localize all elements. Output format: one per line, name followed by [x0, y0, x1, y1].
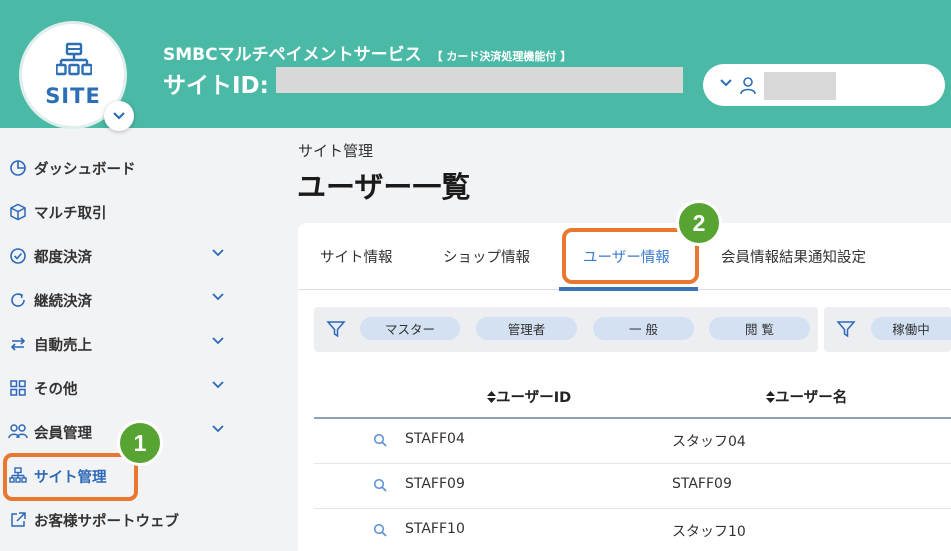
site-switch-button[interactable] — [104, 101, 134, 131]
user-id-cell: STAFF09 — [405, 476, 465, 492]
user-name-cell: スタッフ04 — [672, 434, 746, 450]
user-name-cell: STAFF09 — [672, 476, 732, 492]
pie-chart-icon — [8, 158, 28, 178]
check-circle-icon — [8, 246, 28, 266]
users-icon — [8, 422, 28, 442]
table-row[interactable]: STAFF04 スタッフ04 — [314, 419, 951, 464]
sidebar-item-customer-support[interactable]: お客様サポートウェブ — [8, 500, 238, 540]
active-tab-indicator — [559, 287, 698, 291]
status-filter-group: 稼働中 — [824, 307, 951, 352]
search-icon[interactable] — [373, 433, 387, 447]
user-id-cell: STAFF10 — [405, 521, 465, 537]
refresh-icon — [8, 290, 28, 310]
external-link-icon — [8, 510, 28, 530]
column-header-label: ユーザー名 — [775, 390, 848, 406]
filter-chip-active[interactable]: 稼働中 — [871, 317, 951, 340]
sidebar-item-label: その他 — [34, 381, 78, 398]
chevron-down-icon — [212, 425, 224, 433]
swap-icon — [8, 334, 28, 354]
table-row[interactable]: STAFF10 スタッフ10 — [314, 509, 951, 551]
sidebar-item-label: ダッシュボード — [34, 161, 136, 178]
sidebar-item-label: お客様サポートウェブ — [34, 513, 179, 530]
sidebar-item-recurring-payment[interactable]: 継続決済 — [8, 280, 238, 320]
sitemap-logo-icon — [56, 42, 92, 76]
sidebar-item-multi-transaction[interactable]: マルチ取引 — [8, 192, 238, 232]
search-icon[interactable] — [373, 478, 387, 492]
sidebar-item-label: 都度決済 — [34, 249, 92, 266]
chevron-down-icon — [212, 381, 224, 389]
highlight-site-management — [3, 453, 138, 501]
site-id-redacted — [276, 67, 683, 93]
step-badge-2: 2 — [676, 200, 722, 246]
role-filter-group: マスター 管理者 一 般 閲 覧 — [314, 307, 818, 352]
user-menu-button[interactable] — [703, 64, 945, 106]
table-row[interactable]: STAFF09 STAFF09 — [314, 464, 951, 509]
filter-chip-admin[interactable]: 管理者 — [476, 317, 577, 340]
user-name-cell: スタッフ10 — [672, 524, 746, 540]
filter-icon — [326, 321, 346, 338]
sidebar-item-label: 自動売上 — [34, 337, 92, 354]
chevron-down-icon — [212, 293, 224, 301]
step-badge-1: 1 — [117, 420, 163, 466]
app-header: SITE SMBCマルチペイメントサービス【 カード決済処理機能付 】 サイトI… — [0, 0, 951, 131]
sidebar: ダッシュボード マルチ取引 都度決済 継続決済 自動売上 その他 会員管理 サイ… — [0, 128, 248, 551]
column-header-user-id[interactable]: ユーザーID — [487, 386, 571, 407]
tab-bar: サイト情報 ショップ情報 ユーザー情報 会員情報結果通知設定 — [298, 223, 951, 291]
chevron-down-icon — [212, 337, 224, 345]
chevron-down-icon — [113, 112, 125, 120]
tab-shop-info[interactable]: ショップ情報 — [443, 246, 530, 267]
user-name-redacted — [764, 72, 836, 100]
sidebar-item-other[interactable]: その他 — [8, 368, 238, 408]
chevron-down-icon — [212, 249, 224, 257]
sidebar-item-label: 会員管理 — [34, 425, 92, 442]
sidebar-item-label: 継続決済 — [34, 293, 92, 310]
sort-icon — [487, 391, 496, 403]
sort-icon — [766, 391, 775, 403]
grid-icon — [8, 378, 28, 398]
search-icon[interactable] — [373, 523, 387, 537]
cube-icon — [8, 202, 28, 222]
tab-site-info[interactable]: サイト情報 — [320, 246, 393, 267]
filter-icon — [836, 321, 856, 338]
column-header-user-name[interactable]: ユーザー名 — [766, 386, 847, 407]
column-header-label: ユーザーID — [496, 390, 572, 406]
page-title: ユーザー一覧 — [297, 170, 471, 204]
highlight-user-info-tab — [562, 228, 699, 284]
sidebar-item-dashboard[interactable]: ダッシュボード — [8, 148, 238, 188]
breadcrumb: サイト管理 — [298, 142, 374, 160]
filter-chip-master[interactable]: マスター — [360, 317, 460, 340]
tab-member-notification[interactable]: 会員情報結果通知設定 — [721, 246, 866, 267]
user-id-cell: STAFF04 — [405, 431, 465, 447]
user-icon — [740, 77, 756, 95]
content-card: サイト情報 ショップ情報 ユーザー情報 会員情報結果通知設定 マスター 管理者 … — [298, 223, 951, 551]
company-name-text: SMBCマルチペイメントサービス — [163, 45, 422, 65]
company-name: SMBCマルチペイメントサービス【 カード決済処理機能付 】 — [163, 40, 571, 65]
company-tag: 【 カード決済処理機能付 】 — [431, 50, 572, 63]
sidebar-item-one-time-payment[interactable]: 都度決済 — [8, 236, 238, 276]
sidebar-item-label: マルチ取引 — [34, 205, 107, 222]
sidebar-item-auto-sales[interactable]: 自動売上 — [8, 324, 238, 364]
filter-chip-general[interactable]: 一 般 — [593, 317, 694, 340]
site-id-label: サイトID: — [163, 73, 269, 99]
chevron-down-icon — [720, 79, 732, 87]
filter-chip-viewer[interactable]: 閲 覧 — [709, 317, 810, 340]
